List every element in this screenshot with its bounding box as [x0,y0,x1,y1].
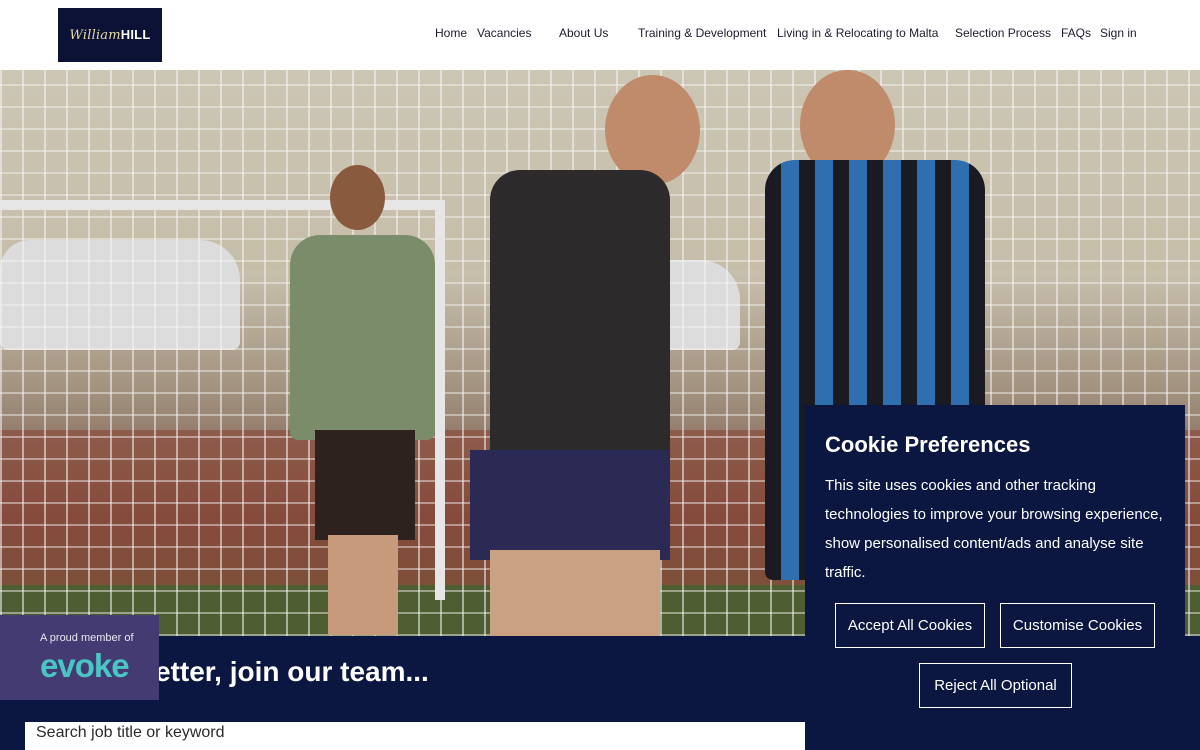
nav-sign-in[interactable]: Sign in [1100,26,1137,40]
cookie-description: This site uses cookies and other trackin… [825,477,1163,581]
reject-all-optional-button[interactable]: Reject All Optional [919,663,1072,708]
nav-home[interactable]: Home [435,26,467,40]
nav-training-development[interactable]: Training & Development [638,26,766,40]
accept-all-cookies-button[interactable]: Accept All Cookies [835,603,985,648]
william-hill-logo[interactable]: WilliamHILL [58,8,162,62]
nav-faqs[interactable]: FAQs [1061,26,1091,40]
job-search-input[interactable] [25,722,805,750]
logo-wordmark: WilliamHILL [69,27,151,43]
evoke-member-badge[interactable]: A proud member of evoke [0,615,159,700]
evoke-tagline: A proud member of [40,632,134,644]
evoke-logo: evoke [40,647,130,684]
customise-cookies-button[interactable]: Customise Cookies [1000,603,1155,648]
nav-selection-process[interactable]: Selection Process [955,26,1051,40]
cookie-preferences-panel: Cookie Preferences This site uses cookie… [805,405,1185,750]
site-header: WilliamHILL Home Vacancies About Us Trai… [0,0,1200,70]
nav-vacancies[interactable]: Vacancies [477,26,531,40]
cookie-title: Cookie Preferences [825,432,1031,457]
nav-living-relocating-malta[interactable]: Living in & Relocating to Malta [777,26,938,40]
band-heading: etter, join our team... [155,656,429,687]
nav-about-us[interactable]: About Us [559,26,608,40]
